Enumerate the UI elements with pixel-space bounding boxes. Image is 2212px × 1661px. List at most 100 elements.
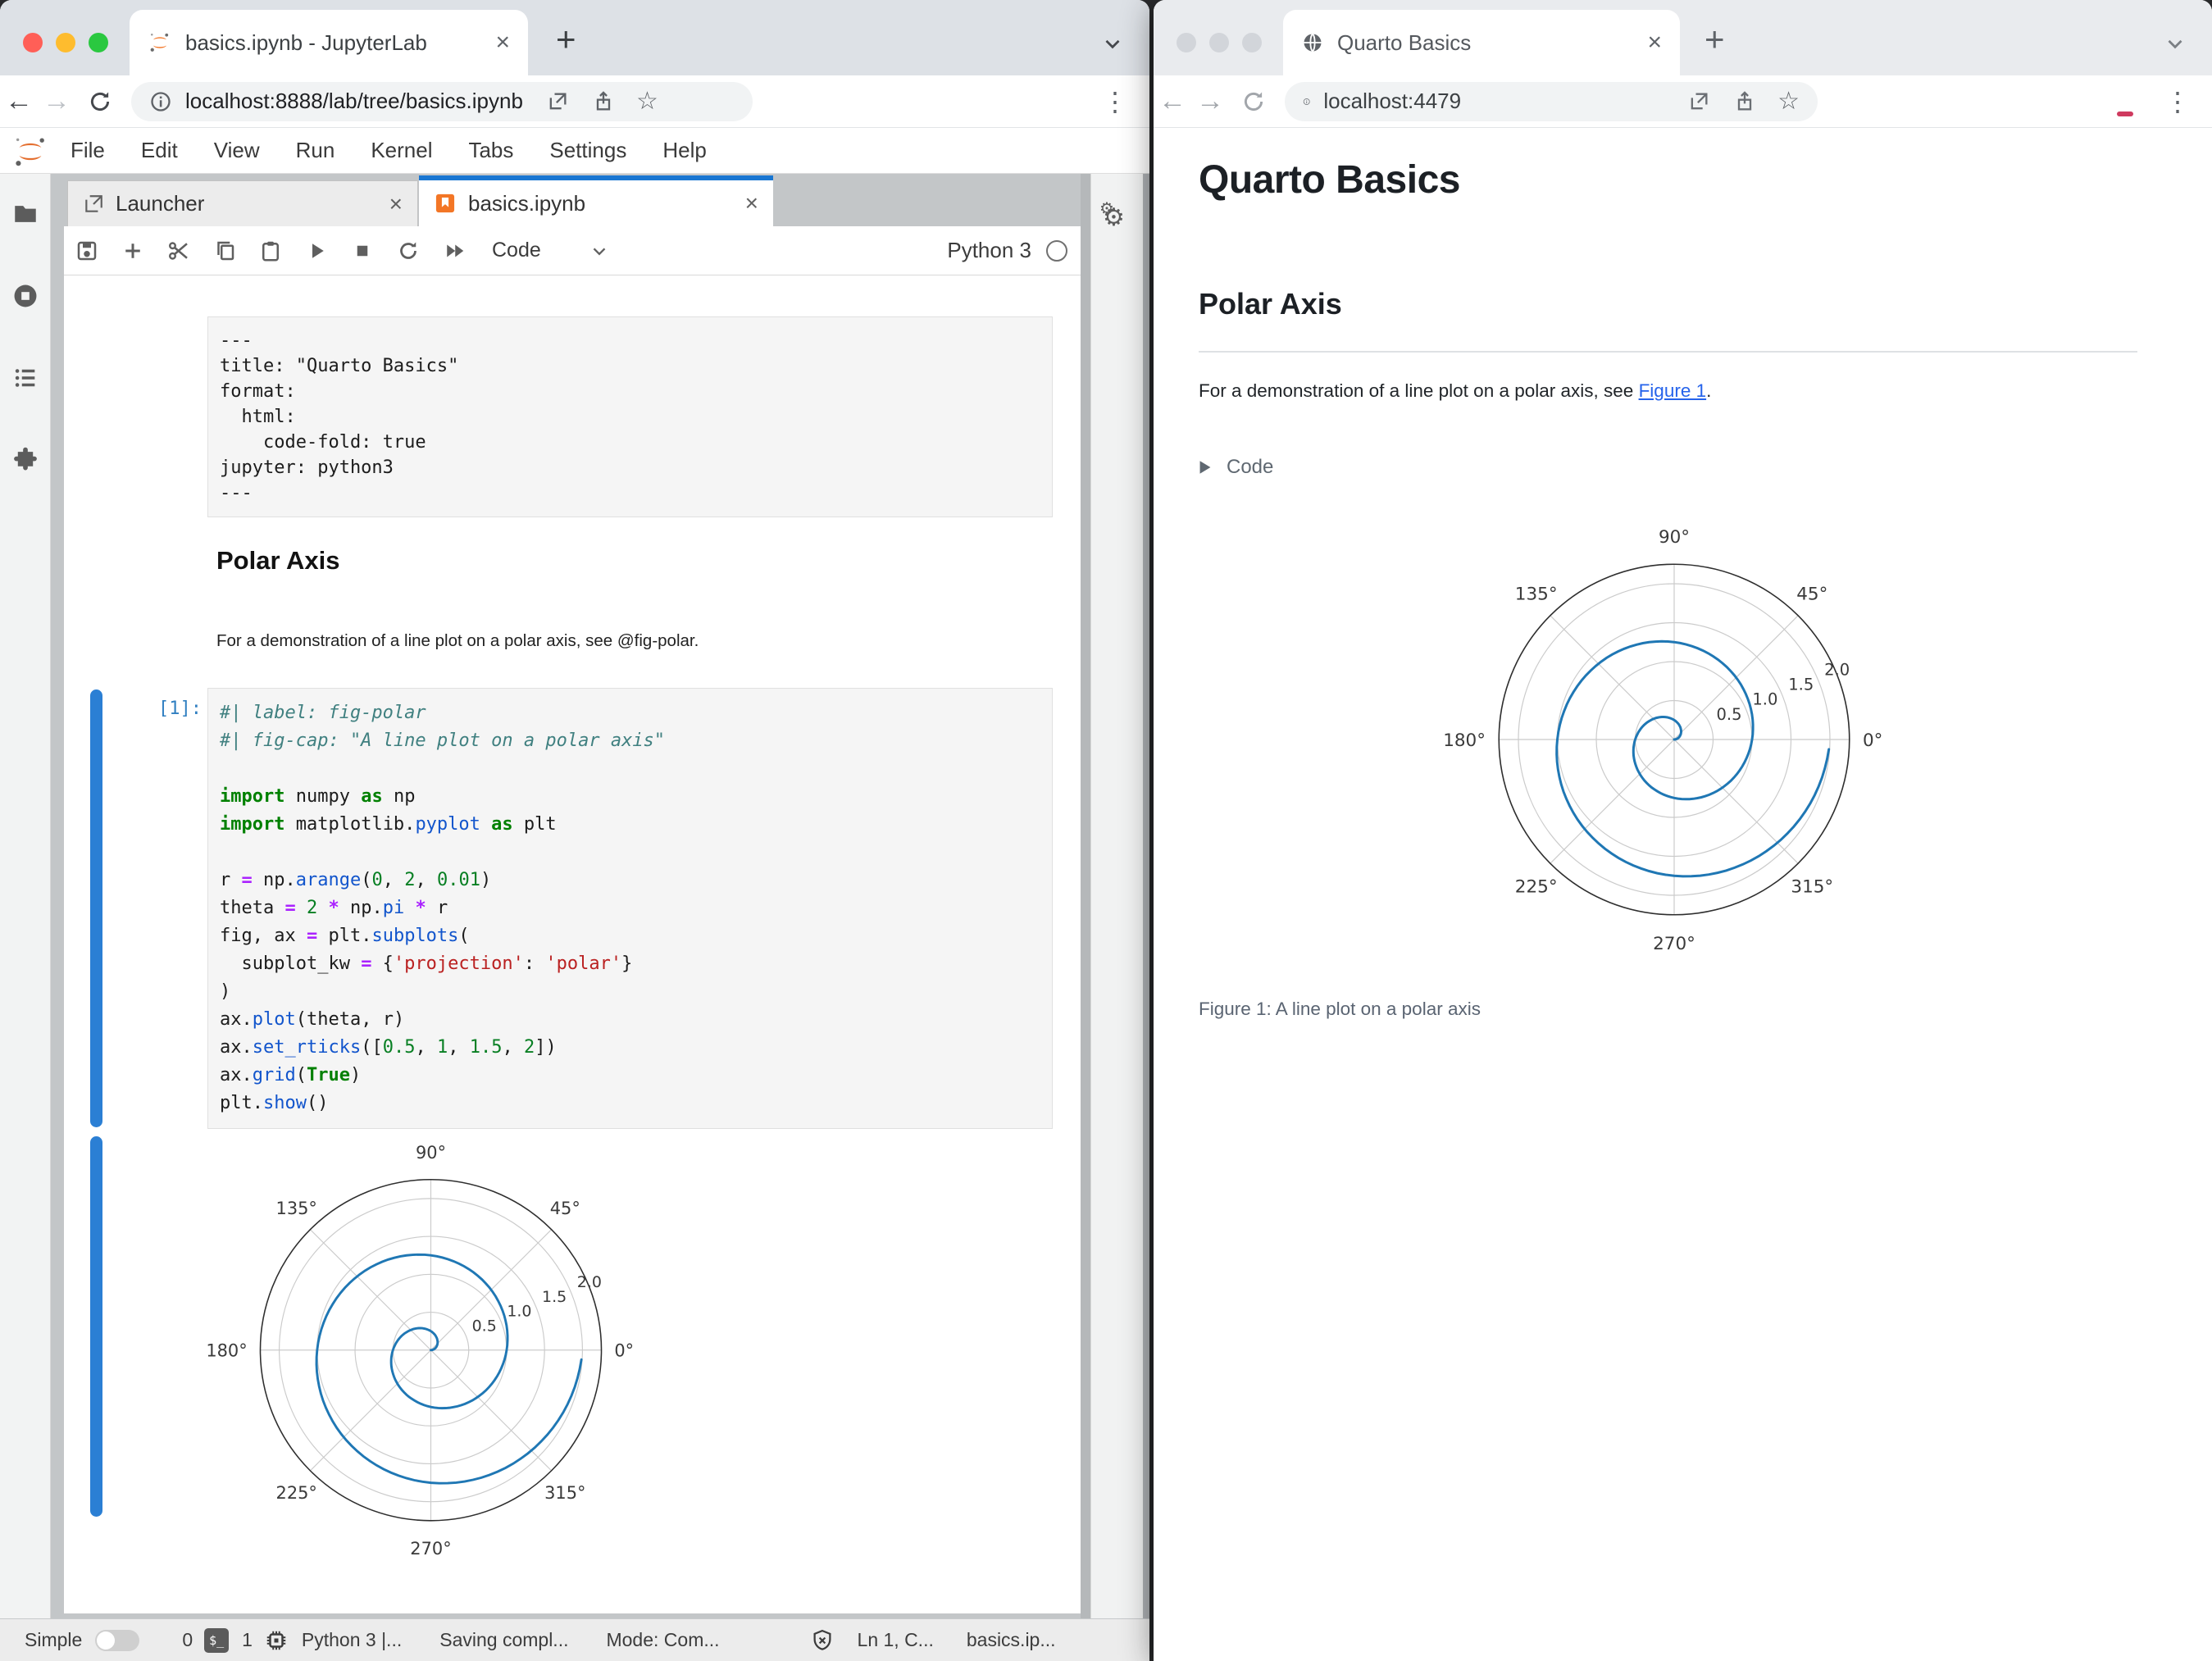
minimize-window-button[interactable] — [1209, 33, 1229, 52]
sidebar-tab-extensions[interactable] — [11, 446, 39, 474]
menu-item-run[interactable]: Run — [296, 138, 335, 163]
toc-icon[interactable] — [11, 364, 39, 392]
polar-plot-notebook-output: 0.5 1.0 1.5 2.0 0° 45° 90° 135° 180° 225° 270° 315° — [206, 1135, 654, 1581]
toolbar-button-stop[interactable] — [339, 239, 385, 263]
doc-tab-launcher[interactable]: Launcher × — [67, 180, 418, 226]
bookmark-star-icon[interactable]: ☆ — [636, 87, 658, 116]
running-icon[interactable] — [11, 282, 39, 310]
extensions-icon[interactable] — [11, 446, 39, 474]
toolbar-button-restart[interactable] — [385, 239, 431, 263]
jupyterlab-statusbar: Simple 0 $_ 1 Python 3 |... Saving compl… — [0, 1618, 1149, 1661]
files-icon[interactable] — [11, 200, 39, 228]
menu-item-kernel[interactable]: Kernel — [371, 138, 432, 163]
new-tab-button[interactable]: + — [556, 22, 576, 57]
reload-icon[interactable] — [87, 89, 113, 115]
tab-search-chevron-icon[interactable] — [1100, 31, 1125, 56]
notebook-scrollbar[interactable] — [1081, 174, 1090, 1618]
svg-text:135°: 135° — [1515, 585, 1558, 605]
browser-menu-icon[interactable]: ⋮ — [1102, 86, 1128, 117]
tab-close-icon[interactable]: × — [495, 30, 510, 55]
run-icon[interactable] — [304, 239, 329, 263]
terminal-icon[interactable]: $_ — [204, 1627, 230, 1653]
minimize-window-button[interactable] — [56, 33, 75, 52]
save-icon[interactable] — [75, 239, 99, 263]
url-text[interactable]: localhost:4479 — [1323, 89, 1461, 114]
property-inspector-icon[interactable]: ⚙⚙ — [1099, 198, 1125, 232]
new-tab-button[interactable]: + — [1705, 22, 1725, 57]
menu-item-edit[interactable]: Edit — [141, 138, 178, 163]
menu-item-file[interactable]: File — [71, 138, 105, 163]
code-cell-editor[interactable]: #| label: fig-polar #| fig-cap: "A line p… — [207, 688, 1053, 1129]
close-window-button[interactable] — [1177, 33, 1196, 52]
forward-icon[interactable]: → — [1191, 85, 1229, 117]
browser-tab-jupyterlab[interactable]: basics.ipynb - JupyterLab × — [130, 10, 528, 75]
cell-type-chevron-icon[interactable] — [589, 240, 610, 262]
back-icon[interactable]: ← — [1154, 85, 1191, 117]
svg-text:225°: 225° — [276, 1483, 317, 1503]
kernel-status-icon[interactable] — [1046, 239, 1067, 262]
open-in-window-icon[interactable] — [546, 90, 569, 113]
bookmark-star-icon[interactable]: ☆ — [1777, 87, 1800, 116]
run-all-icon[interactable] — [442, 239, 467, 263]
toolbar-button-cut[interactable] — [156, 239, 202, 263]
site-info-icon[interactable] — [1303, 90, 1310, 113]
tab-close-icon[interactable]: × — [1647, 30, 1662, 55]
browser-tab-quarto[interactable]: Quarto Basics × — [1283, 10, 1680, 75]
toolbar-button-paste[interactable] — [248, 239, 294, 263]
toolbar-button-run[interactable] — [294, 239, 339, 263]
stop-icon[interactable] — [350, 239, 375, 263]
menu-item-help[interactable]: Help — [662, 138, 706, 163]
browser-menu-icon[interactable]: ⋮ — [2164, 86, 2191, 117]
menu-item-settings[interactable]: Settings — [549, 138, 626, 163]
active-file-name[interactable]: basics.ip... — [967, 1629, 1056, 1651]
copy-icon[interactable] — [212, 239, 237, 263]
address-bar[interactable]: localhost:4479 ☆ — [1285, 81, 1818, 121]
trust-shield-icon[interactable] — [810, 1628, 835, 1653]
sidebar-tab-toc[interactable] — [11, 364, 39, 392]
share-icon[interactable] — [1733, 90, 1756, 113]
close-tab-icon[interactable]: × — [389, 191, 403, 217]
code-disclosure[interactable]: Code — [1199, 456, 1273, 479]
sidebar-tab-files[interactable] — [11, 200, 39, 228]
address-bar[interactable]: localhost:8888/lab/tree/basics.ipynb ☆ — [131, 81, 753, 121]
mode-indicator[interactable]: Mode: Com... — [606, 1629, 719, 1651]
toolbar-button-run-all[interactable] — [431, 239, 477, 263]
cell-type-select[interactable]: Code — [492, 239, 541, 262]
kernel-chip-icon[interactable] — [264, 1628, 289, 1653]
sidebar-tab-running[interactable] — [11, 282, 39, 310]
toolbar-button-copy[interactable] — [202, 239, 248, 263]
figure-link[interactable]: Figure 1 — [1639, 380, 1707, 401]
forward-icon[interactable]: → — [38, 85, 75, 117]
zoom-window-button[interactable] — [1242, 33, 1262, 52]
raw-cell-editor[interactable]: --- title: "Quarto Basics" format: html: c… — [207, 316, 1053, 517]
site-info-icon[interactable] — [149, 90, 172, 113]
cut-icon[interactable] — [166, 239, 191, 263]
reload-icon[interactable] — [1240, 89, 1267, 115]
output-collapser[interactable] — [90, 1136, 102, 1517]
tab-search-chevron-icon[interactable] — [2163, 31, 2187, 56]
toolbar-button-save[interactable] — [64, 239, 110, 263]
add-icon[interactable] — [121, 239, 145, 263]
kernel-count[interactable]: 1 — [242, 1629, 253, 1651]
kernel-name[interactable]: Python 3 — [947, 238, 1031, 263]
toolbar-button-add[interactable] — [110, 239, 156, 263]
menu-item-tabs[interactable]: Tabs — [468, 138, 513, 163]
terminal-count[interactable]: 0 — [182, 1629, 193, 1651]
open-in-window-icon[interactable] — [1687, 90, 1710, 113]
zoom-window-button[interactable] — [89, 33, 108, 52]
doc-tab-notebook[interactable]: basics.ipynb × — [419, 175, 773, 226]
kernel-status-text[interactable]: Python 3 |... — [302, 1629, 402, 1651]
input-collapser[interactable] — [90, 689, 102, 1127]
close-window-button[interactable] — [23, 33, 43, 52]
restart-icon[interactable] — [396, 239, 421, 263]
url-text[interactable]: localhost:8888/lab/tree/basics.ipynb — [185, 89, 523, 114]
close-tab-icon[interactable]: × — [745, 190, 758, 216]
menu-item-view[interactable]: View — [214, 138, 260, 163]
share-icon[interactable] — [592, 90, 615, 113]
back-icon[interactable]: ← — [0, 85, 38, 117]
cursor-position[interactable]: Ln 1, C... — [858, 1629, 934, 1651]
simple-mode-toggle[interactable] — [95, 1629, 140, 1651]
markdown-heading: Polar Axis — [216, 546, 340, 575]
paste-icon[interactable] — [258, 239, 283, 263]
notebook-panel[interactable]: --- title: "Quarto Basics" format: html: c… — [64, 275, 1081, 1613]
